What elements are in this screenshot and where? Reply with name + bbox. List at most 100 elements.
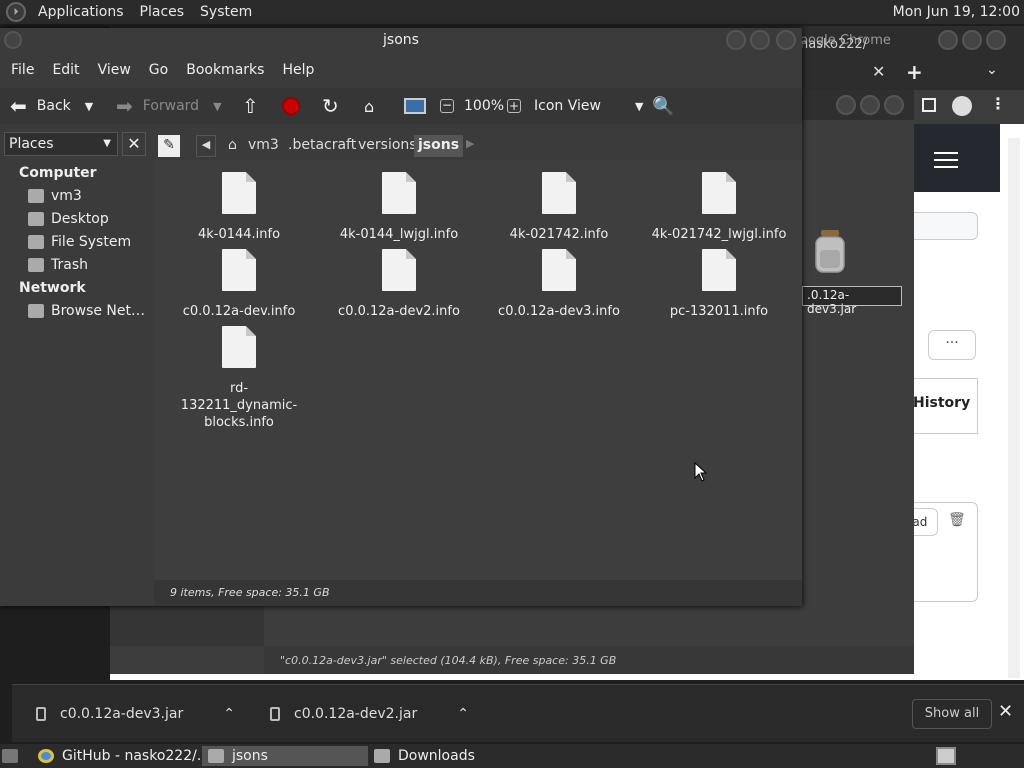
download-shelf: c0.0.12a-dev3.jar ⌃ c0.0.12a-dev2.jar ⌃ …	[12, 684, 1024, 742]
side-panel-icon[interactable]	[922, 98, 936, 112]
menu-view[interactable]: View	[98, 62, 131, 78]
crumb-vm3[interactable]: vm3	[244, 135, 283, 157]
menu-bookmarks[interactable]: Bookmarks	[186, 62, 264, 78]
menu-help[interactable]: Help	[282, 62, 314, 78]
up-arrow-icon[interactable]: ⇧	[242, 88, 259, 124]
sidebar: Places ▼ ✕ Computer vm3 Desktop File Sys…	[0, 128, 150, 606]
github-history-link[interactable]: History	[908, 378, 978, 434]
window-close-button[interactable]	[776, 30, 796, 50]
document-icon	[702, 249, 736, 291]
sidebar-item-trash[interactable]: Trash	[28, 255, 88, 275]
close-icon[interactable]: ✕	[998, 701, 1013, 722]
file-item[interactable]: 4k-0144.info	[154, 172, 324, 243]
zoom-level[interactable]: 100%	[464, 88, 504, 124]
downloads-close-button[interactable]	[884, 95, 904, 115]
crumb-jsons[interactable]: jsons	[414, 135, 464, 157]
reload-icon[interactable]: ↻	[322, 88, 339, 124]
file-item[interactable]: rd-132211_dynamic-blocks.info	[154, 326, 324, 431]
chrome-minimize-button[interactable]	[938, 30, 958, 50]
sidebar-close-icon[interactable]: ✕	[122, 132, 146, 156]
forward-arrow-icon: ➡	[116, 94, 133, 118]
mouse-cursor-icon	[694, 462, 708, 482]
path-left-arrow-icon[interactable]: ◀	[196, 135, 216, 157]
sidebar-heading-network: Network	[19, 280, 86, 296]
window-maximize-button[interactable]	[750, 30, 770, 50]
downloads-minimize-button[interactable]	[836, 95, 856, 115]
back-history-dropdown-icon[interactable]: ▼	[85, 100, 93, 113]
panel-menu-system[interactable]: System	[196, 4, 256, 20]
show-desktop-button[interactable]	[2, 746, 26, 766]
sidebar-pane-select[interactable]: Places ▼	[4, 132, 118, 156]
show-all-button[interactable]: Show all	[912, 699, 992, 729]
home-icon[interactable]: ⌂	[364, 88, 374, 124]
view-mode-select[interactable]: Icon View ▼	[534, 88, 643, 124]
download-item[interactable]: c0.0.12a-dev3.jar ⌃	[36, 685, 235, 743]
panel-menu-applications[interactable]: Applications	[34, 4, 128, 20]
file-item[interactable]: 4k-0144_lwjgl.info	[314, 172, 484, 243]
clock[interactable]: Mon Jun 19, 12:00	[893, 4, 1020, 20]
zoom-out-icon[interactable]: −	[440, 88, 454, 124]
chrome-maximize-button[interactable]	[962, 30, 982, 50]
taskbar-item-chrome[interactable]: GitHub - nasko222/...	[38, 746, 210, 766]
download-item[interactable]: c0.0.12a-dev2.jar ⌃	[270, 685, 469, 743]
crumb-betacraft[interactable]: .betacraft	[284, 135, 360, 157]
mate-logo-icon[interactable]: ⏵	[6, 2, 26, 22]
file-item[interactable]: pc-132011.info	[634, 249, 804, 320]
chrome-close-button[interactable]	[986, 30, 1006, 50]
computer-icon[interactable]	[404, 88, 426, 124]
crumb-versions[interactable]: versions	[354, 135, 421, 157]
menu-go[interactable]: Go	[149, 62, 168, 78]
folder-icon	[208, 749, 224, 763]
back-button[interactable]: ⬅ Back ▼	[10, 88, 93, 124]
panel-menu-places[interactable]: Places	[136, 4, 189, 20]
path-bar: ✎ ◀ ⌂ vm3 .betacraft versions jsons ▶	[154, 128, 802, 160]
document-icon	[222, 326, 256, 368]
stop-icon	[282, 97, 300, 115]
edit-location-icon[interactable]: ✎	[158, 135, 180, 157]
chrome-tab-close-icon[interactable]: ✕	[872, 62, 885, 81]
forward-history-dropdown-icon[interactable]: ▼	[213, 100, 221, 113]
chevron-up-icon[interactable]: ⌃	[223, 706, 235, 722]
taskbar: GitHub - nasko222/... jsons Downloads	[0, 744, 1024, 768]
taskbar-item-downloads[interactable]: Downloads	[374, 746, 475, 766]
github-delete-icon[interactable]: 🗑	[948, 512, 966, 528]
file-item[interactable]: 4k-021742_lwjgl.info	[634, 172, 804, 243]
file-item[interactable]: c0.0.12a-dev3.info	[474, 249, 644, 320]
profile-avatar-icon[interactable]	[952, 96, 972, 116]
jar-file-label[interactable]: .0.12a-dev3.jar	[802, 286, 902, 316]
forward-button[interactable]: ➡ Forward ▼	[116, 88, 222, 124]
file-item[interactable]: c0.0.12a-dev.info	[154, 249, 324, 320]
sidebar-item-vm3[interactable]: vm3	[28, 186, 82, 206]
chrome-tab[interactable]: nasko222/	[800, 30, 900, 60]
stop-button[interactable]	[282, 88, 300, 124]
downloads-maximize-button[interactable]	[860, 95, 880, 115]
chrome-menu-icon[interactable]: ⋮	[990, 94, 1006, 113]
sidebar-item-file-system[interactable]: File System	[28, 232, 131, 252]
jar-file-icon[interactable]	[812, 228, 848, 274]
chrome-scrollbar[interactable]	[1008, 138, 1020, 678]
sidebar-item-desktop[interactable]: Desktop	[28, 209, 109, 229]
window-minimize-button[interactable]	[726, 30, 746, 50]
zoom-in-icon[interactable]: +	[507, 88, 521, 124]
chevron-up-icon[interactable]: ⌃	[457, 706, 469, 722]
file-view[interactable]: 4k-0144.info 4k-0144_lwjgl.info 4k-02174…	[154, 160, 802, 580]
menu-edit[interactable]: Edit	[52, 62, 79, 78]
workspace-switcher[interactable]	[936, 747, 956, 765]
file-item[interactable]: 4k-021742.info	[474, 172, 644, 243]
chrome-new-tab-icon[interactable]: +	[906, 60, 923, 84]
chrome-icon	[38, 749, 54, 763]
chrome-tab-search-icon[interactable]: ⌄	[986, 62, 998, 78]
document-icon	[382, 172, 416, 214]
search-icon[interactable]: 🔍	[652, 88, 674, 124]
menu-file[interactable]: File	[11, 62, 34, 78]
taskbar-item-jsons[interactable]: jsons	[202, 746, 368, 766]
sidebar-item-browse-network[interactable]: Browse Net…	[28, 301, 145, 321]
home-folder-icon	[28, 189, 44, 203]
window-titlebar[interactable]: jsons	[0, 28, 802, 54]
github-more-button[interactable]: ···	[928, 330, 976, 360]
desktop-folder-icon	[28, 212, 44, 226]
path-right-arrow-icon[interactable]: ▶	[462, 135, 478, 157]
downloads-status-text: "c0.0.12a-dev3.jar" selected (104.4 kB),…	[280, 654, 617, 667]
file-item[interactable]: c0.0.12a-dev2.info	[314, 249, 484, 320]
github-hamburger-icon[interactable]	[934, 152, 958, 168]
